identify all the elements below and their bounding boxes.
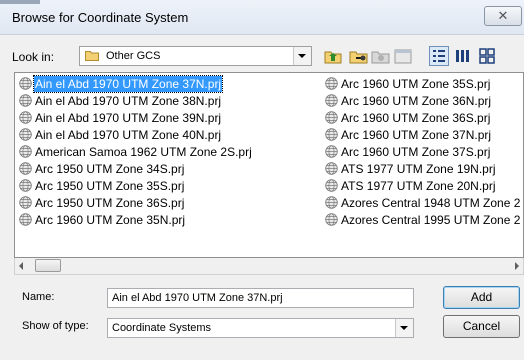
properties-icon — [394, 49, 412, 64]
properties-button[interactable] — [392, 45, 414, 67]
globe-icon — [19, 77, 32, 90]
globe-icon — [325, 179, 338, 192]
look-in-value: Other GCS — [106, 50, 161, 62]
globe-icon — [325, 128, 338, 141]
name-input-value: Ain el Abd 1970 UTM Zone 37N.prj — [112, 292, 283, 304]
globe-icon — [19, 128, 32, 141]
browse-dialog: Browse for Coordinate System ✕ Look in: … — [0, 0, 524, 360]
file-item-label: Ain el Abd 1970 UTM Zone 38N.prj — [35, 94, 222, 108]
scroll-right-icon[interactable] — [515, 262, 519, 270]
globe-icon — [325, 111, 338, 124]
file-item-label: Arc 1950 UTM Zone 36S.prj — [35, 196, 185, 210]
close-icon: ✕ — [497, 8, 509, 23]
title-bar: Browse for Coordinate System ✕ — [0, 0, 524, 35]
file-item-label: Azores Central 1995 UTM Zone 2 — [341, 213, 521, 227]
file-item-label: Ain el Abd 1970 UTM Zone 40N.prj — [35, 128, 222, 142]
file-list[interactable]: Ain el Abd 1970 UTM Zone 37N.prj Ain el A… — [14, 72, 524, 258]
scrollbar-thumb[interactable] — [35, 259, 61, 272]
file-item-label: Arc 1950 UTM Zone 34S.prj — [35, 162, 185, 176]
chevron-down-icon — [298, 54, 306, 58]
look-in-label: Look in: — [12, 50, 55, 64]
connect-folder-button[interactable] — [348, 45, 370, 67]
up-folder-icon — [324, 51, 342, 64]
file-item-label: Arc 1950 UTM Zone 35S.prj — [35, 179, 185, 193]
globe-icon — [19, 162, 32, 175]
details-view-button[interactable] — [428, 45, 450, 67]
file-item-label: Arc 1960 UTM Zone 35N.prj — [35, 213, 186, 227]
globe-icon — [19, 111, 32, 124]
details-view-icon — [429, 46, 449, 66]
horizontal-scrollbar[interactable] — [14, 258, 524, 275]
globe-icon — [325, 77, 338, 90]
globe-icon — [325, 162, 338, 175]
globe-icon — [19, 145, 32, 158]
globe-icon — [325, 196, 338, 209]
look-in-dropdown[interactable]: Other GCS — [79, 46, 312, 66]
globe-icon — [19, 196, 32, 209]
list-view-button[interactable] — [452, 45, 474, 67]
thumbnails-view-button[interactable] — [476, 45, 498, 67]
globe-icon — [19, 94, 32, 107]
globe-icon — [19, 179, 32, 192]
look-in-dropdown-arrow[interactable] — [293, 47, 311, 65]
window-title: Browse for Coordinate System — [12, 10, 189, 25]
chevron-down-icon — [400, 326, 408, 330]
close-button[interactable]: ✕ — [484, 6, 522, 26]
file-item-label: American Samoa 1962 UTM Zone 2S.prj — [35, 145, 252, 159]
cancel-button[interactable]: Cancel — [443, 315, 520, 338]
list-view-icon — [456, 50, 469, 62]
show-of-type-arrow[interactable] — [395, 319, 413, 337]
globe-icon — [325, 213, 338, 226]
globe-icon — [325, 94, 338, 107]
file-item-label: Arc 1960 UTM Zone 37S.prj — [341, 145, 491, 159]
scroll-left-icon[interactable] — [19, 262, 23, 270]
disconnect-folder-icon — [371, 51, 390, 64]
file-item-label: Ain el Abd 1970 UTM Zone 37N.prj — [32, 75, 224, 93]
add-button[interactable]: Add — [443, 286, 520, 309]
title-bar-edge — [0, 0, 40, 4]
thumbnails-view-icon — [479, 48, 495, 64]
file-item-label: Arc 1960 UTM Zone 37N.prj — [341, 128, 492, 142]
disconnect-folder-button[interactable] — [370, 45, 392, 67]
folder-icon — [85, 51, 99, 61]
name-input[interactable]: Ain el Abd 1970 UTM Zone 37N.prj — [107, 288, 414, 308]
show-of-type-label: Show of type: — [22, 320, 89, 332]
connect-folder-icon — [349, 51, 368, 64]
file-item-label: ATS 1977 UTM Zone 20N.prj — [341, 179, 496, 193]
globe-icon — [325, 145, 338, 158]
globe-icon — [19, 213, 32, 226]
file-item-label: Arc 1960 UTM Zone 36N.prj — [341, 94, 492, 108]
show-of-type-value: Coordinate Systems — [112, 322, 212, 334]
file-item-label: Arc 1960 UTM Zone 35S.prj — [341, 77, 491, 91]
file-item-label: Azores Central 1948 UTM Zone 2 — [341, 196, 521, 210]
file-item-label: Ain el Abd 1970 UTM Zone 39N.prj — [35, 111, 222, 125]
up-folder-button[interactable] — [322, 45, 344, 67]
name-label: Name: — [22, 291, 55, 303]
show-of-type-dropdown[interactable]: Coordinate Systems — [107, 318, 414, 338]
file-item-label: ATS 1977 UTM Zone 19N.prj — [341, 162, 496, 176]
file-item-label: Arc 1960 UTM Zone 36S.prj — [341, 111, 491, 125]
